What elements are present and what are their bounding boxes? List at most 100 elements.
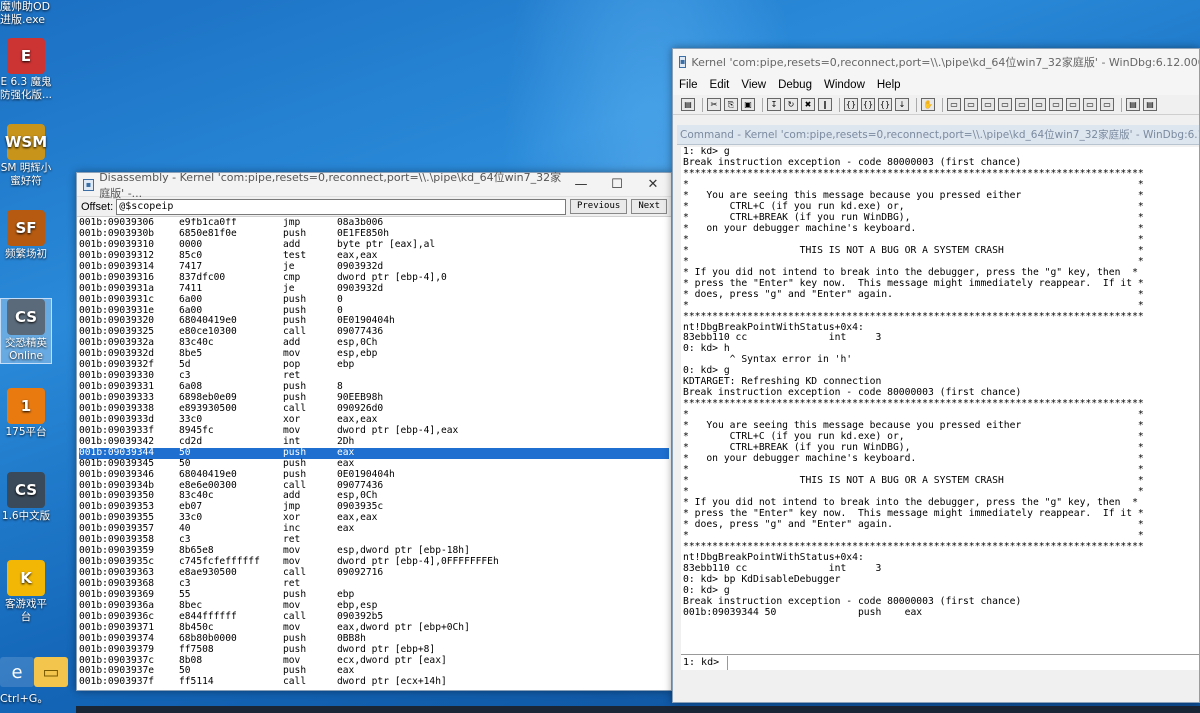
close-button[interactable]: ✕ — [635, 174, 671, 196]
stop-icon[interactable]: ✖ — [801, 98, 815, 111]
windbg-title: Kernel 'com:pipe,resets=0,reconnect,port… — [691, 56, 1199, 69]
offset-input[interactable]: @$scopeip — [116, 198, 566, 215]
instruction-operands: 090926d0 — [337, 402, 384, 414]
disassembly-row[interactable]: 001b:09039330 c3 ret — [79, 370, 669, 382]
disassembly-row[interactable]: 001b:0903933f 8945fc mov dword ptr [ebp-4],… — [79, 425, 669, 437]
run-to-cursor-icon[interactable]: ↓ — [895, 98, 909, 111]
command-window-icon[interactable]: ▭ — [947, 98, 961, 111]
go-icon[interactable]: ↧ — [767, 98, 781, 111]
source-mode-icon[interactable]: ▭ — [1100, 98, 1114, 111]
locals-window-icon[interactable]: ▭ — [981, 98, 995, 111]
current-instruction-row[interactable]: 001b:09039344 50 push eax — [79, 447, 669, 459]
offset-bar: Offset: @$scopeip Previous Next — [77, 197, 671, 217]
options-icon[interactable]: ▤ — [1143, 98, 1157, 111]
desktop-icon-icon4[interactable]: CS 交恐精英 Online — [0, 298, 52, 364]
desktop-top-label[interactable]: 魔帅助OD 进版.exe — [0, 0, 50, 26]
desktop-icon-label: E 6.3 魔鬼 — [0, 76, 52, 88]
paste-icon[interactable]: ▣ — [741, 98, 755, 111]
menu-item-debug[interactable]: Debug — [778, 79, 812, 91]
folder-taskbar-icon[interactable]: ▭ — [34, 657, 68, 687]
instruction-bytes: 8b08 — [179, 654, 203, 666]
disassembly-row[interactable]: 001b:0903931c 6a00 push 0 — [79, 294, 669, 306]
instruction-operands: 0BB8h — [337, 632, 366, 644]
disassembly-row[interactable]: 001b:09039355 33c0 xor eax,eax — [79, 512, 669, 524]
disassembly-titlebar[interactable]: ▪ Disassembly - Kernel 'com:pipe,resets=… — [77, 171, 671, 200]
instruction-operands — [337, 371, 669, 382]
disassembly-title: Disassembly - Kernel 'com:pipe,resets=0,… — [99, 170, 562, 200]
disassembly-listing[interactable]: 001b:09039306 e9fb1ca0ff jmp 08a3b006 001b:0… — [79, 218, 669, 688]
menu-item-view[interactable]: View — [741, 79, 766, 91]
step-into-icon[interactable]: {} — [844, 98, 858, 111]
maximize-button[interactable]: ☐ — [599, 174, 635, 196]
disassembly-row[interactable]: 001b:0903937c 8b08 mov ecx,dword ptr [eax] — [79, 654, 669, 667]
disassembly-row[interactable]: 001b:09039346 68040419e0 push 0E0190404h — [79, 469, 669, 481]
command-window-titlebar[interactable]: Command - Kernel 'com:pipe,resets=0,reco… — [677, 125, 1199, 145]
menu-item-edit[interactable]: Edit — [710, 79, 730, 91]
minimize-button[interactable]: — — [563, 174, 599, 196]
cut-icon[interactable]: ✂ — [707, 98, 721, 111]
app-icon: CS — [7, 299, 45, 335]
disassembly-row[interactable]: 001b:09039371 8b450c mov eax,dword ptr [ebp… — [79, 621, 669, 634]
menu-item-window[interactable]: Window — [824, 79, 865, 91]
windbg-titlebar[interactable]: ▪ Kernel 'com:pipe,resets=0,reconnect,po… — [673, 49, 1199, 75]
disassembly-row[interactable]: 001b:09039357 40 inc eax — [79, 523, 669, 535]
instruction-mnemonic: call — [283, 676, 307, 688]
command-output[interactable]: 1: kd> g Break instruction exception - co… — [681, 147, 1199, 655]
font-icon[interactable]: ▤ — [1126, 98, 1140, 111]
windbg-window[interactable]: ▪ Kernel 'com:pipe,resets=0,reconnect,po… — [672, 48, 1200, 703]
instruction-bytes: 8b450c — [179, 621, 214, 633]
desktop-icon-icon2[interactable]: WSM SM 明辉小 蜜好符 — [0, 124, 52, 188]
disassembly-row[interactable]: 001b:0903932d 8be5 mov esp,ebp — [79, 348, 669, 360]
ie-taskbar-icon[interactable]: e — [0, 657, 34, 687]
desktop-icon-icon1[interactable]: E E 6.3 魔鬼 防强化版... — [0, 38, 52, 102]
disassembly-row[interactable]: 001b:09039368 c3 ret — [79, 578, 669, 590]
instruction-address: 001b:09039371 — [79, 621, 155, 633]
disassembly-row[interactable]: 001b:09039316 837dfc00 cmp dword ptr [ebp-4… — [79, 272, 669, 284]
callstack-window-icon[interactable]: ▭ — [1032, 98, 1046, 111]
memory-window-icon[interactable]: ▭ — [1015, 98, 1029, 111]
command-input[interactable] — [727, 655, 1199, 670]
desktop-icon-icon7[interactable]: K 客游戏平台 — [0, 560, 52, 624]
windbg-menubar: File Edit View Debug Window Help — [673, 75, 1199, 95]
output-line: * If you did not intend to break into th… — [683, 266, 1138, 278]
previous-button[interactable]: Previous — [569, 199, 628, 214]
open-icon[interactable]: ▤ — [681, 98, 695, 111]
instruction-operands: eax — [337, 457, 355, 469]
next-button[interactable]: Next — [631, 199, 667, 214]
desktop-icon-icon5[interactable]: 1 175平台 — [0, 388, 52, 439]
instruction-address: 001b:0903937f — [79, 676, 155, 688]
desktop-icon-label: SM 明辉小 — [0, 162, 52, 174]
break-icon[interactable]: ‖ — [818, 98, 832, 111]
desktop-icon-label: 防强化版... — [0, 89, 53, 101]
registers-window-icon[interactable]: ▭ — [998, 98, 1012, 111]
instruction-address: 001b:09039374 — [79, 632, 155, 644]
instruction-mnemonic: push — [283, 643, 307, 655]
disassembly-row[interactable]: 001b:0903932f 5d pop ebp — [79, 359, 669, 371]
menu-item-file[interactable]: File — [679, 79, 698, 91]
scratch-pad-icon[interactable]: ▭ — [1066, 98, 1080, 111]
disassembly-window-icon[interactable]: ▭ — [1049, 98, 1063, 111]
menu-item-help[interactable]: Help — [877, 79, 901, 91]
disassembly-row[interactable]: 001b:09039342 cd2d int 2Dh — [79, 436, 669, 448]
disassembly-window[interactable]: ▪ Disassembly - Kernel 'com:pipe,resets=… — [76, 171, 672, 691]
disassembly-row[interactable]: 001b:0903931a 7411 je 0903932d — [79, 283, 669, 295]
hand-icon[interactable]: ✋ — [921, 98, 935, 111]
processes-window-icon[interactable]: ▭ — [1083, 98, 1097, 111]
app-icon: WSM — [5, 124, 47, 160]
desktop-icon-icon3[interactable]: SF 频繁场初 — [0, 210, 52, 261]
desktop-icon-icon6[interactable]: CS 1.6中文版 — [0, 472, 52, 523]
disassembly-row[interactable]: 001b:09039374 68b80b0000 push 0BB8h — [79, 632, 669, 645]
copy-icon[interactable]: ⎘ — [724, 98, 738, 111]
disassembly-row[interactable]: 001b:09039363 e8ae930500 call 09092716 — [79, 567, 669, 579]
step-out-icon[interactable]: {} — [878, 98, 892, 111]
toolbar-separator — [839, 97, 840, 112]
disassembly-row[interactable]: 001b:09039379 ff7508 push dword ptr [ebp+8] — [79, 643, 669, 656]
step-over-icon[interactable]: {} — [861, 98, 875, 111]
disassembly-row[interactable]: 001b:0903937f ff5114 call dword ptr [ecx+14… — [79, 676, 669, 688]
disassembly-row[interactable]: 001b:09039345 50 push eax — [79, 457, 669, 470]
instruction-bytes: 40 — [179, 523, 191, 535]
watch-window-icon[interactable]: ▭ — [964, 98, 978, 111]
instruction-operands: ecx,dword ptr [eax] — [337, 654, 447, 666]
instruction-operands: 90EEB98h — [337, 392, 384, 403]
restart-icon[interactable]: ↻ — [784, 98, 798, 111]
